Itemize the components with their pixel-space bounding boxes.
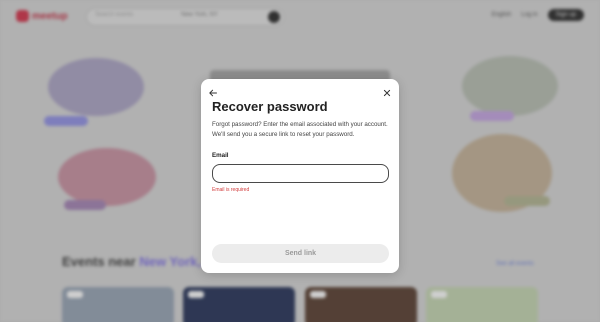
close-icon [383, 89, 391, 97]
email-label: Email [212, 152, 229, 159]
email-field[interactable] [212, 164, 389, 183]
dialog-description: Forgot password? Enter the email associa… [212, 121, 388, 138]
dialog-title: Recover password [212, 99, 328, 114]
recover-password-dialog: Recover password Forgot password? Enter … [201, 79, 399, 273]
arrow-left-icon [209, 89, 217, 97]
close-button[interactable] [382, 85, 392, 97]
send-link-button[interactable]: Send link [212, 244, 389, 263]
back-button[interactable] [208, 85, 218, 97]
email-error-message: Email is required [212, 187, 250, 193]
